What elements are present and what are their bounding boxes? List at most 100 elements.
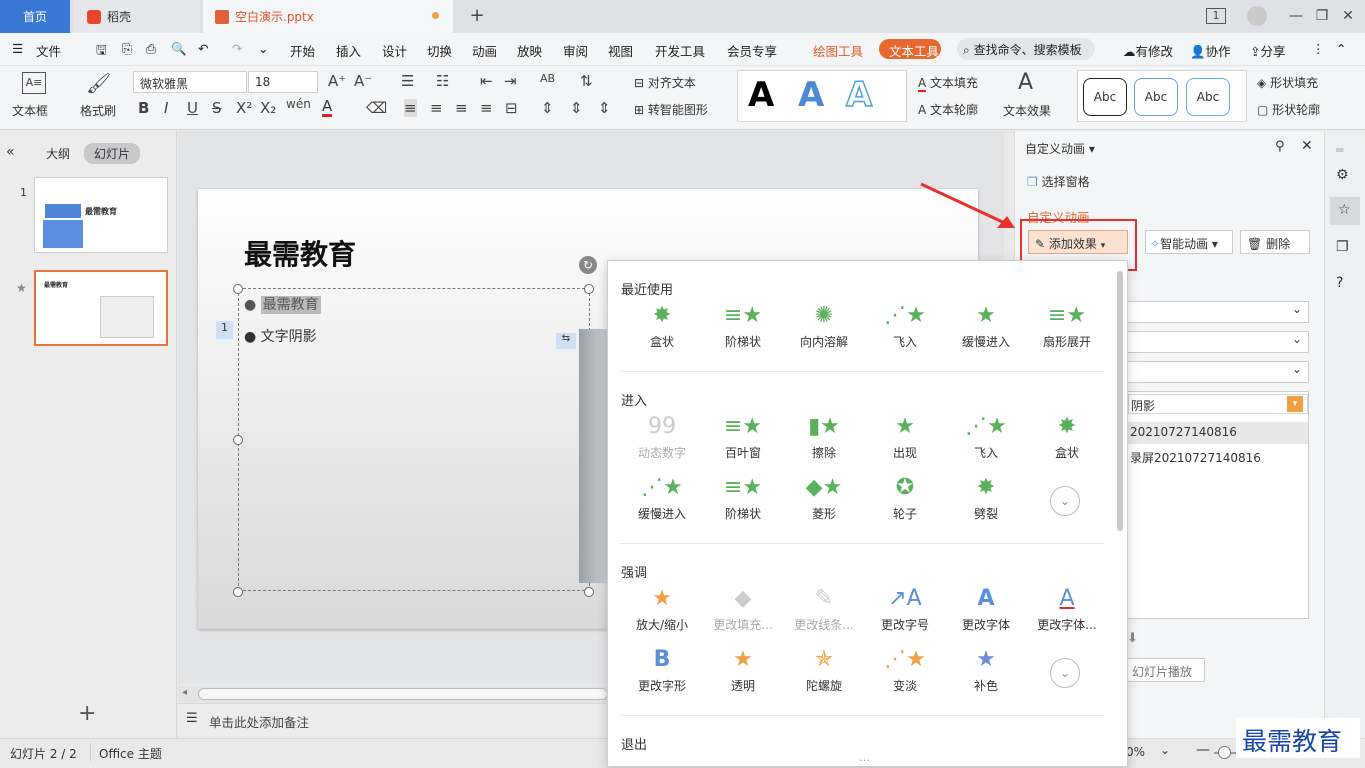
shape-style-gallery[interactable]: Abc Abc Abc <box>1077 70 1247 122</box>
menu-slideshow[interactable]: 放映 <box>517 41 542 60</box>
minimize-icon[interactable]: — <box>1285 6 1307 26</box>
animation-list[interactable]: 阴影 ▾ 20210727140816 录屏20210727140816 <box>1127 391 1309 619</box>
text-effect-icon[interactable]: A <box>1018 70 1033 95</box>
phonetic-icon[interactable]: wén <box>286 97 311 111</box>
menu-drawing-tools[interactable]: 绘图工具 <box>813 41 863 60</box>
slide-title[interactable]: 最需教育 <box>244 233 356 273</box>
resize-handle-top-left[interactable] <box>233 284 243 294</box>
animation-order-badge[interactable]: 1 <box>216 321 233 339</box>
effect-emph-line[interactable]: ✎ 更改线条... <box>784 586 864 633</box>
wordart-gallery[interactable]: A A A <box>737 70 907 122</box>
effect-recent-slow[interactable]: ★ 缓慢进入 <box>946 303 1026 350</box>
zoom-out-icon[interactable]: — <box>1196 742 1210 758</box>
textbox-label[interactable]: 文本框 <box>12 102 48 119</box>
slides-icon[interactable]: ❐ <box>1336 239 1349 255</box>
effect-emph-fontsize[interactable]: ↗A 更改字号 <box>865 586 945 633</box>
wordart-outline[interactable]: A <box>845 74 873 116</box>
restore-icon[interactable]: ❐ <box>1311 6 1333 26</box>
text-outline-button[interactable]: A 文本轮廓 <box>918 101 978 118</box>
more-icon[interactable]: ⋮ <box>1312 41 1325 56</box>
effect-recent-fly[interactable]: ⋰★ 飞入 <box>865 303 945 350</box>
hamburger-icon[interactable]: ☰ <box>12 41 23 56</box>
effect-emph-fontstyle[interactable]: B 更改字形 <box>622 647 702 694</box>
slide-thumbnail-2[interactable]: 最需教育 <box>34 270 168 346</box>
font-size-select[interactable]: 18 <box>248 71 318 93</box>
move-down-icon[interactable]: ⬇ <box>1127 631 1138 646</box>
add-effect-dropdown[interactable]: 最近使用 ✸ 盒状 ≡★ 阶梯状 ✺ 向内溶解 ⋰★ 飞入 ★ 缓慢进入 ≡★ 扇形展开 进… <box>607 260 1128 767</box>
play-slideshow-button[interactable]: 幻灯片播放 <box>1127 658 1205 682</box>
slide-thumbnail-1[interactable]: 最需教育 <box>34 177 168 253</box>
menu-member[interactable]: 会员专享 <box>727 41 777 60</box>
align-center-icon[interactable]: ≡ <box>430 99 443 117</box>
tab-outline[interactable]: 大纲 <box>46 145 70 162</box>
menu-design[interactable]: 设计 <box>382 41 407 60</box>
zoom-slider-thumb[interactable] <box>1218 746 1231 759</box>
grow-font-icon[interactable]: A⁺ <box>328 72 346 90</box>
tab-document[interactable]: 空白演示.pptx <box>203 0 453 33</box>
menu-transition[interactable]: 切换 <box>427 41 452 60</box>
speed-select[interactable]: ⌄ <box>1127 361 1309 383</box>
zoom-level[interactable]: 0% <box>1126 745 1145 759</box>
select-window-button[interactable]: ❐ 选择窗格 <box>1027 173 1090 190</box>
textbox-icon[interactable]: A≡ <box>22 72 46 94</box>
save-icon[interactable]: 🖫 <box>96 41 107 62</box>
animation-item-row[interactable]: 阴影 ▾ <box>1128 394 1308 414</box>
text-direction-icon[interactable]: AB <box>540 72 555 85</box>
help-icon[interactable]: ? <box>1336 275 1343 291</box>
menu-view[interactable]: 视图 <box>608 41 633 60</box>
redo-icon[interactable]: ↷ <box>232 41 242 56</box>
effect-enter-fly[interactable]: ⋰★ 飞入 <box>946 414 1026 461</box>
animation-list-subitem[interactable]: 录屏20210727140816 <box>1128 447 1308 467</box>
resize-handle-bottom-left[interactable] <box>233 587 243 597</box>
avatar[interactable] <box>1247 6 1267 26</box>
font-family-select[interactable]: 微软雅黑 <box>133 71 247 93</box>
print-icon[interactable]: ⎙ <box>146 41 156 57</box>
page-indicator-button[interactable]: 1 <box>1206 8 1226 24</box>
effect-emph-grow[interactable]: ★ 放大/缩小 <box>622 586 702 633</box>
media-badge-icon[interactable]: ⇆ <box>556 333 576 349</box>
clear-format-icon[interactable]: ⌫ <box>366 99 387 117</box>
effect-recent-fan[interactable]: ≡★ 扇形展开 <box>1027 303 1107 350</box>
menu-text-tools[interactable]: 文本工具 <box>879 39 941 59</box>
shape-style-2[interactable]: Abc <box>1134 78 1178 116</box>
effect-emph-spin[interactable]: ✯ 陀螺旋 <box>784 647 864 694</box>
superscript-icon[interactable]: X² <box>236 99 252 117</box>
effect-recent-box[interactable]: ✸ 盒状 <box>622 303 702 350</box>
effect-emph-transparent[interactable]: ★ 透明 <box>703 647 783 694</box>
dropdown-scrollbar[interactable] <box>1117 271 1123 531</box>
effect-enter-number[interactable]: 99 动态数字 <box>622 414 702 461</box>
justify-icon[interactable]: ≡ <box>480 99 493 117</box>
property-select[interactable]: ⌄ <box>1127 331 1309 353</box>
tab-slides[interactable]: 幻灯片 <box>84 143 141 164</box>
menu-insert[interactable]: 插入 <box>336 41 361 60</box>
export-icon[interactable]: ⎘ <box>122 41 132 57</box>
delete-button[interactable]: 🗑 删除 <box>1240 230 1310 254</box>
wordart-black[interactable]: A <box>748 75 774 115</box>
animation-pane-button[interactable]: ☆ <box>1330 197 1360 225</box>
effect-enter-box[interactable]: ✸ 盒状 <box>1027 414 1107 461</box>
shape-outline-button[interactable]: ▢ 形状轮廓 <box>1257 101 1320 118</box>
menu-file[interactable]: 文件 <box>36 41 61 60</box>
effect-enter-diamond[interactable]: ◆★ 菱形 <box>784 475 864 522</box>
distribute-icon[interactable]: ⊟ <box>505 99 518 117</box>
dropdown-arrow-icon[interactable]: ▾ <box>1287 396 1303 412</box>
smartart-button[interactable]: ⊞ 转智能图形 <box>634 101 708 118</box>
resize-grip-icon[interactable]: … <box>859 751 870 764</box>
shape-style-1[interactable]: Abc <box>1083 78 1127 116</box>
collab-button[interactable]: 👤协作 <box>1190 41 1231 60</box>
pane-title[interactable]: 自定义动画 ▾ <box>1025 140 1095 157</box>
notes-placeholder[interactable]: 单击此处添加备注 <box>209 712 309 731</box>
shape-style-3[interactable]: Abc <box>1186 78 1230 116</box>
zoom-dropdown-icon[interactable]: ⌄ <box>1160 743 1170 757</box>
horizontal-scrollbar[interactable] <box>198 688 608 700</box>
new-tab-button[interactable]: + <box>466 6 488 26</box>
subscript-icon[interactable]: X₂ <box>260 99 276 117</box>
align-text-button[interactable]: ⊟ 对齐文本 <box>634 74 696 91</box>
effect-emph-font[interactable]: A 更改字体 <box>946 586 1026 633</box>
resize-handle-bottom[interactable] <box>584 587 594 597</box>
effect-enter-wheel[interactable]: ✪ 轮子 <box>865 475 945 522</box>
effect-emph-complement[interactable]: ★ 补色 <box>946 647 1026 694</box>
format-painter-label[interactable]: 格式刷 <box>80 102 116 119</box>
undo-icon[interactable]: ↶ <box>198 41 208 56</box>
italic-icon[interactable]: I <box>164 99 168 117</box>
